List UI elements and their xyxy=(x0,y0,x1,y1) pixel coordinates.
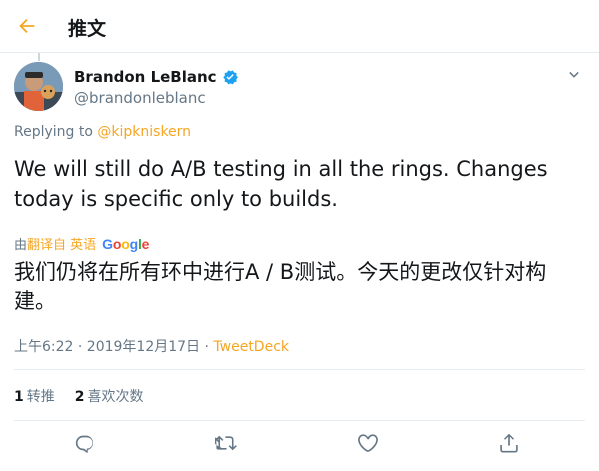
retweets-label: 转推 xyxy=(26,389,55,405)
page-title: 推文 xyxy=(68,18,107,40)
replying-to: Replying to @kipkniskern xyxy=(14,124,191,140)
like-icon xyxy=(358,434,378,452)
author-name[interactable]: Brandon LeBlanc xyxy=(74,68,217,86)
translated-by-label: 由 xyxy=(14,238,28,253)
share-button[interactable] xyxy=(498,432,522,456)
likes-count: 2 xyxy=(74,389,85,405)
divider xyxy=(14,369,585,370)
verified-badge-icon xyxy=(222,70,238,85)
thread-connector xyxy=(38,53,40,61)
translation-attribution: 由 翻译自 英语 Google xyxy=(14,234,150,254)
tweet-stats: 1 转推 2 喜欢次数 xyxy=(14,386,164,406)
likes-stat[interactable]: 2 喜欢次数 xyxy=(75,386,144,406)
tweet-actions xyxy=(0,430,599,460)
translated-from-link[interactable]: 翻译自 英语 xyxy=(27,234,96,253)
back-button[interactable] xyxy=(14,12,44,40)
author-name-row: Brandon LeBlanc xyxy=(74,68,239,86)
tweet-source-link[interactable]: TweetDeck xyxy=(213,339,289,355)
translated-text: 我们仍将在所有环中进行A / B测试。今天的更改仅针对构建。 xyxy=(14,260,547,313)
like-button[interactable] xyxy=(357,432,381,456)
reply-icon xyxy=(75,435,94,453)
likes-label: 喜欢次数 xyxy=(87,389,144,405)
tweet-meta: 上午6:22 · 2019年12月17日 · TweetDeck xyxy=(14,336,289,356)
chevron-down-icon[interactable] xyxy=(565,66,583,84)
avatar-image xyxy=(14,62,63,111)
retweets-count: 1 xyxy=(14,389,24,405)
replying-prefix: Replying to xyxy=(14,124,98,140)
tweet-timestamp[interactable]: 上午6:22 · 2019年12月17日 · xyxy=(14,339,213,355)
retweet-icon xyxy=(211,435,237,451)
replying-to-link[interactable]: @kipkniskern xyxy=(97,124,191,140)
avatar[interactable] xyxy=(14,62,63,111)
retweet-button[interactable] xyxy=(211,432,239,456)
tweet-header: 推文 xyxy=(0,0,599,53)
divider xyxy=(14,420,585,421)
author-handle[interactable]: @brandonleblanc xyxy=(74,89,206,107)
google-logo: Google xyxy=(102,235,150,252)
reply-button[interactable] xyxy=(74,432,98,456)
tweet-text: We will still do A/B testing in all the … xyxy=(14,157,548,211)
arrow-left-icon xyxy=(19,18,35,34)
retweets-stat[interactable]: 1 转推 xyxy=(14,386,55,406)
share-icon xyxy=(500,433,518,453)
